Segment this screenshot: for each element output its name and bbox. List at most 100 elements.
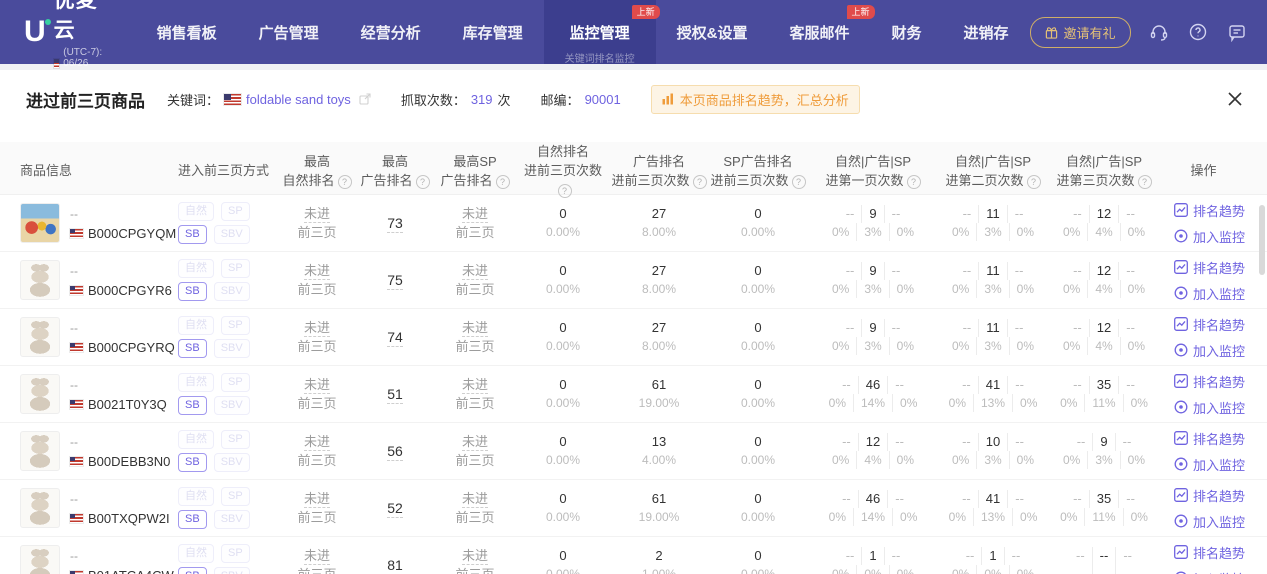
best-sp-ad-rank-cell: 未进 前三页	[455, 434, 495, 468]
add-monitor-link[interactable]: 加入监控	[1174, 227, 1245, 246]
page1-count-cell: -- 9 -- 0% 3% 0%	[831, 319, 915, 355]
best-natural-rank-cell: 未进 前三页	[297, 434, 337, 468]
actions-cell: 排名趋势 加入监控	[1160, 543, 1247, 574]
sp-ad-top3-cell: 0 0.00%	[740, 206, 776, 239]
message-icon[interactable]	[1226, 21, 1248, 43]
tag-sb[interactable]: SB	[178, 225, 207, 244]
product-info-cell: -- B000CPGYQM	[20, 203, 178, 243]
add-monitor-link[interactable]: 加入监控	[1174, 398, 1245, 417]
col-best-natural-rank: 最高 自然排名	[278, 152, 356, 190]
us-flag-icon	[70, 399, 83, 409]
tag-sb[interactable]: SB	[178, 282, 207, 301]
target-icon	[1174, 286, 1188, 300]
product-image[interactable]	[20, 317, 60, 357]
product-title: --	[70, 491, 78, 506]
actions-cell: 排名趋势 加入监控	[1160, 429, 1247, 474]
product-image[interactable]	[20, 374, 60, 414]
page3-count-cell: -- 12 -- 0% 4% 0%	[1062, 205, 1146, 241]
brand[interactable]: U 优麦云 (UTC-7): 06/26 03:28:15	[0, 0, 136, 80]
rank-trend-link[interactable]: 排名趋势	[1174, 486, 1245, 505]
nav-item-ad-management[interactable]: 广告管理	[238, 0, 340, 64]
vertical-scrollbar[interactable]	[1259, 205, 1265, 275]
nav-item-authorization-settings[interactable]: 授权&设置	[656, 0, 769, 64]
product-image[interactable]	[20, 260, 60, 300]
rank-trend-link[interactable]: 排名趋势	[1174, 543, 1245, 562]
col-ad-top3-count: 广告排名 进前三页次数	[610, 152, 708, 190]
actions-cell: 排名趋势 加入监控	[1160, 372, 1247, 417]
product-image[interactable]	[20, 545, 60, 574]
info-icon[interactable]	[1137, 174, 1152, 189]
info-icon[interactable]	[906, 174, 921, 189]
actions-cell: 排名趋势 加入监控	[1160, 258, 1247, 303]
actions-cell: 排名趋势 加入监控	[1160, 201, 1247, 246]
best-ad-rank-cell: 75	[387, 272, 403, 290]
tag-sb[interactable]: SB	[178, 396, 207, 415]
page1-count-cell: -- 1 -- 0% 0% 0%	[808, 547, 938, 574]
table-row: -- B0021T0Y3Q 自然 SP SB SBV 未进 前三页 51 未进	[0, 366, 1267, 423]
product-image[interactable]	[20, 488, 60, 528]
us-flag-icon	[53, 59, 60, 68]
target-icon	[1174, 514, 1188, 528]
best-sp-ad-rank-cell: 未进 前三页	[455, 491, 495, 525]
rank-trend-link[interactable]: 排名趋势	[1174, 372, 1245, 391]
best-natural-rank-cell: 未进 前三页	[297, 206, 337, 240]
page3-count-cell: -- 12 -- 0% 4% 0%	[1062, 319, 1146, 355]
nav-item-sales-dashboard[interactable]: 销售看板	[136, 0, 238, 64]
rank-trend-link[interactable]: 排名趋势	[1174, 315, 1245, 334]
tag-sb[interactable]: SB	[178, 453, 207, 472]
add-monitor-link[interactable]: 加入监控	[1174, 284, 1245, 303]
natural-top3-cell: 0 0.00%	[545, 320, 581, 353]
page1-count-cell: -- 9 -- 0% 3% 0%	[831, 205, 915, 241]
product-asin: B01ATCA4CW	[88, 568, 174, 574]
rank-trend-link[interactable]: 排名趋势	[1174, 429, 1245, 448]
nav-item-purchase-sales[interactable]: 进销存	[943, 0, 1030, 64]
tag-sp: SP	[221, 259, 250, 278]
info-icon[interactable]	[557, 184, 572, 198]
info-icon[interactable]	[692, 174, 707, 189]
trend-chart-icon	[1174, 431, 1188, 445]
product-asin: B00DEBB3N0	[88, 453, 171, 469]
tag-sb[interactable]: SB	[178, 339, 207, 358]
nav-item-finance[interactable]: 财务	[871, 0, 943, 64]
info-icon[interactable]	[495, 174, 510, 189]
add-monitor-link[interactable]: 加入监控	[1174, 341, 1245, 360]
keyword-link[interactable]: foldable sand toys	[246, 92, 351, 107]
best-ad-rank-cell: 52	[387, 500, 403, 518]
us-flag-icon	[70, 342, 83, 352]
product-image[interactable]	[20, 431, 60, 471]
tag-natural: 自然	[178, 430, 214, 449]
info-icon[interactable]	[337, 174, 352, 189]
nav-item-business-analysis[interactable]: 经营分析	[340, 0, 442, 64]
sp-ad-top3-cell: 0 0.00%	[740, 548, 776, 574]
nav-item-customer-email[interactable]: 客服邮件 上新	[769, 0, 875, 64]
us-flag-icon	[70, 285, 83, 295]
help-icon[interactable]	[1187, 21, 1209, 43]
natural-top3-cell: 0 0.00%	[545, 434, 581, 467]
info-icon[interactable]	[791, 174, 806, 189]
tag-sb[interactable]: SB	[178, 510, 207, 529]
trend-summary-button[interactable]: 本页商品排名趋势，汇总分析	[650, 84, 860, 114]
invite-button[interactable]: 邀请有礼	[1029, 16, 1131, 48]
add-monitor-link[interactable]: 加入监控	[1174, 455, 1245, 474]
target-icon	[1174, 343, 1188, 357]
col-page2-count: 自然|广告|SP 进第二页次数	[938, 152, 1048, 190]
tag-natural: 自然	[178, 373, 214, 392]
customer-service-icon[interactable]	[1148, 21, 1170, 43]
info-icon[interactable]	[1026, 174, 1041, 189]
nav-item-monitoring[interactable]: 监控管理 关键词排名监控 上新	[543, 0, 660, 65]
rank-trend-link[interactable]: 排名趋势	[1174, 258, 1245, 277]
product-info-cell: -- B01ATCA4CW	[20, 545, 178, 574]
add-monitor-link[interactable]: 加入监控	[1174, 512, 1245, 531]
product-asin: B0021T0Y3Q	[88, 396, 167, 412]
rank-trend-link[interactable]: 排名趋势	[1174, 201, 1245, 220]
product-asin: B000CPGYQM	[88, 225, 177, 241]
product-image[interactable]	[20, 203, 60, 243]
nav-item-inventory[interactable]: 库存管理	[442, 0, 544, 64]
external-link-icon[interactable]	[359, 93, 371, 105]
add-monitor-link[interactable]: 加入监控	[1174, 569, 1245, 574]
tag-sbv: SBV	[213, 453, 250, 472]
close-icon[interactable]	[1227, 91, 1243, 107]
info-icon[interactable]	[415, 174, 430, 189]
best-sp-ad-rank-cell: 未进 前三页	[455, 263, 495, 297]
tag-sb[interactable]: SB	[178, 567, 207, 574]
